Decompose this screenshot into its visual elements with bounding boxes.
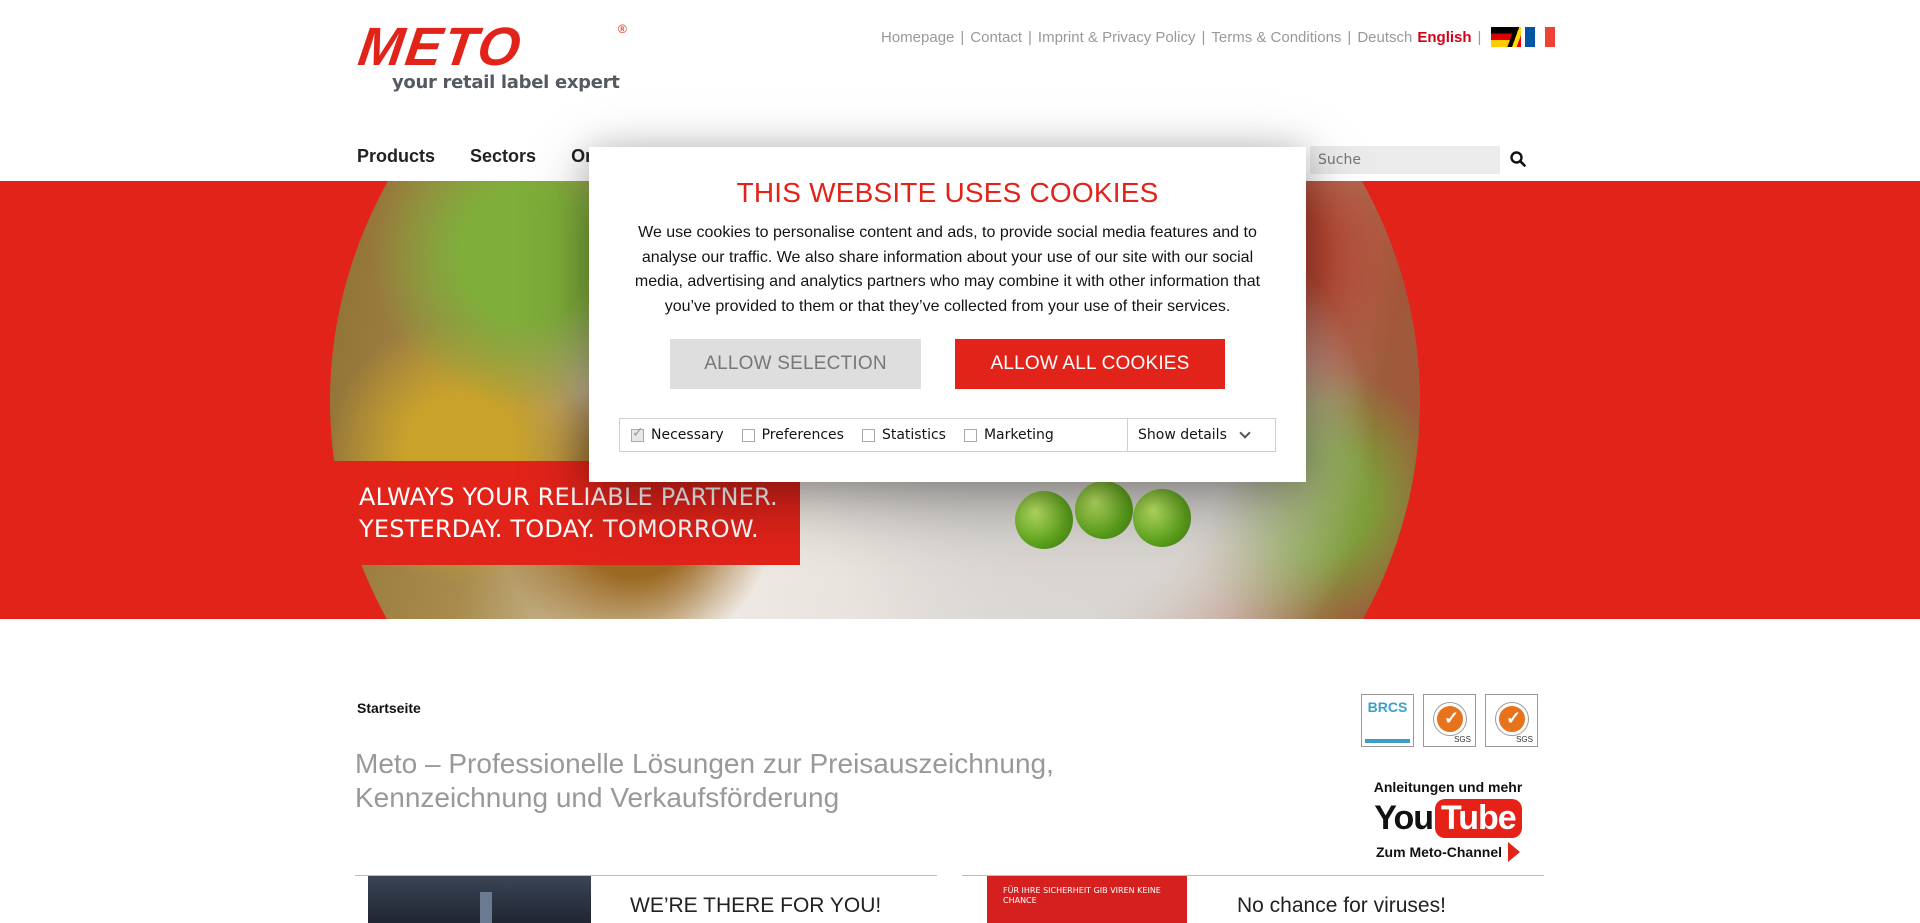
teaser-title: WE’RE THERE FOR YOU!	[630, 894, 882, 917]
topnav-contact[interactable]: Contact	[970, 29, 1022, 46]
brcs-certificate-badge[interactable]: BRCS	[1361, 694, 1414, 747]
search-icon[interactable]	[1509, 150, 1527, 168]
hero-slogan-line1: ALWAYS YOUR RELIABLE PARTNER.	[359, 483, 778, 511]
apples-image	[1015, 481, 1195, 551]
separator: |	[1347, 28, 1352, 46]
play-arrow-icon	[1508, 842, 1520, 862]
page-title-line1: Meto – Professionelle Lösungen zur Preis…	[355, 748, 1054, 779]
cookie-dialog-title: THIS WEBSITE USES COOKIES	[736, 177, 1159, 208]
hero-slogan-line2: YESTERDAY. TODAY. TOMORROW.	[359, 515, 759, 543]
topnav-terms[interactable]: Terms & Conditions	[1211, 29, 1341, 46]
teaser-title: No chance for viruses!	[1237, 894, 1446, 917]
nav-products[interactable]: Products	[357, 146, 435, 167]
certificates: BRCS SGS SGS	[1361, 694, 1538, 747]
statistics-checkbox[interactable]	[861, 428, 875, 442]
checkmark-icon	[1434, 703, 1466, 735]
brcs-label: BRCS	[1367, 699, 1408, 715]
youtube-logo-you: You	[1374, 799, 1434, 837]
flag-belgium-germany-icon[interactable]	[1491, 27, 1522, 47]
consent-statistics[interactable]: Statistics	[861, 427, 946, 443]
breadcrumb[interactable]: Startseite	[357, 700, 421, 716]
separator: |	[1201, 28, 1206, 46]
consent-options-bar: Necessary Preferences Statistics Marketi…	[619, 418, 1276, 452]
page-title: Meto – Professionelle Lösungen zur Preis…	[355, 747, 1155, 815]
logo-tagline: your retail label expert	[392, 72, 620, 93]
preferences-checkbox[interactable]	[741, 428, 755, 442]
page-title-line2: Kennzeichnung und Verkaufsförderung	[355, 782, 840, 813]
youtube-logo-tube: Tube	[1435, 799, 1522, 838]
allow-selection-button[interactable]: ALLOW SELECTION	[670, 339, 921, 389]
separator: |	[1477, 28, 1482, 46]
youtube-cta: Zum Meto-Channel	[1369, 842, 1527, 862]
consent-preferences-label[interactable]: Preferences	[762, 427, 844, 443]
lang-deutsch-link[interactable]: Deutsch	[1357, 29, 1412, 46]
search-input[interactable]	[1310, 146, 1500, 174]
show-details-toggle[interactable]: Show details	[1127, 419, 1275, 451]
sgs-label: SGS	[1516, 735, 1533, 744]
allow-all-cookies-button[interactable]: ALLOW ALL COOKIES	[955, 339, 1225, 389]
consent-necessary-label: Necessary	[651, 427, 724, 443]
topnav-imprint[interactable]: Imprint & Privacy Policy	[1038, 29, 1196, 46]
flag-france-icon[interactable]	[1525, 27, 1556, 47]
teaser-image: FÜR IHRE SICHERHEIT GIB VIREN KEINE CHAN…	[987, 876, 1187, 923]
top-navigation: Homepage | Contact | Imprint & Privacy P…	[881, 27, 1556, 47]
meto-logo[interactable]: METO ® your retail label expert	[355, 17, 634, 100]
sgs-certificate-badge[interactable]: SGS	[1423, 694, 1476, 747]
checkmark-icon	[1496, 703, 1528, 735]
youtube-channel-link[interactable]: Anleitungen und mehr You Tube Zum Meto-C…	[1369, 779, 1527, 862]
nav-sectors[interactable]: Sectors	[470, 146, 536, 167]
consent-necessary: Necessary	[631, 425, 724, 443]
consent-preferences[interactable]: Preferences	[741, 427, 844, 443]
registered-mark: ®	[618, 22, 627, 36]
show-details-label[interactable]: Show details	[1138, 427, 1227, 443]
topnav-homepage[interactable]: Homepage	[881, 29, 954, 46]
teaser-card[interactable]: WE’RE THERE FOR YOU!	[355, 875, 937, 923]
consent-statistics-label[interactable]: Statistics	[882, 427, 946, 443]
marketing-checkbox[interactable]	[963, 428, 977, 442]
youtube-caption: Anleitungen und mehr	[1373, 779, 1523, 795]
sgs-certificate-badge[interactable]: SGS	[1485, 694, 1538, 747]
separator: |	[960, 28, 965, 46]
youtube-logo: You Tube	[1374, 799, 1522, 838]
necessary-checkbox	[631, 425, 644, 442]
separator: |	[1028, 28, 1032, 46]
consent-marketing[interactable]: Marketing	[963, 427, 1054, 443]
lang-english-link[interactable]: English	[1417, 29, 1471, 46]
youtube-cta-label: Zum Meto-Channel	[1376, 844, 1502, 860]
chevron-down-icon[interactable]	[1239, 427, 1251, 439]
teaser-card[interactable]: FÜR IHRE SICHERHEIT GIB VIREN KEINE CHAN…	[962, 875, 1544, 923]
sgs-label: SGS	[1454, 735, 1471, 744]
cookie-dialog-body: We use cookies to personalise content an…	[634, 224, 1261, 315]
consent-marketing-label[interactable]: Marketing	[984, 427, 1054, 443]
cookie-consent-dialog: THIS WEBSITE USES COOKIES We use cookies…	[589, 147, 1306, 482]
logo-wordmark: METO	[354, 17, 527, 77]
teaser-image	[368, 876, 591, 923]
